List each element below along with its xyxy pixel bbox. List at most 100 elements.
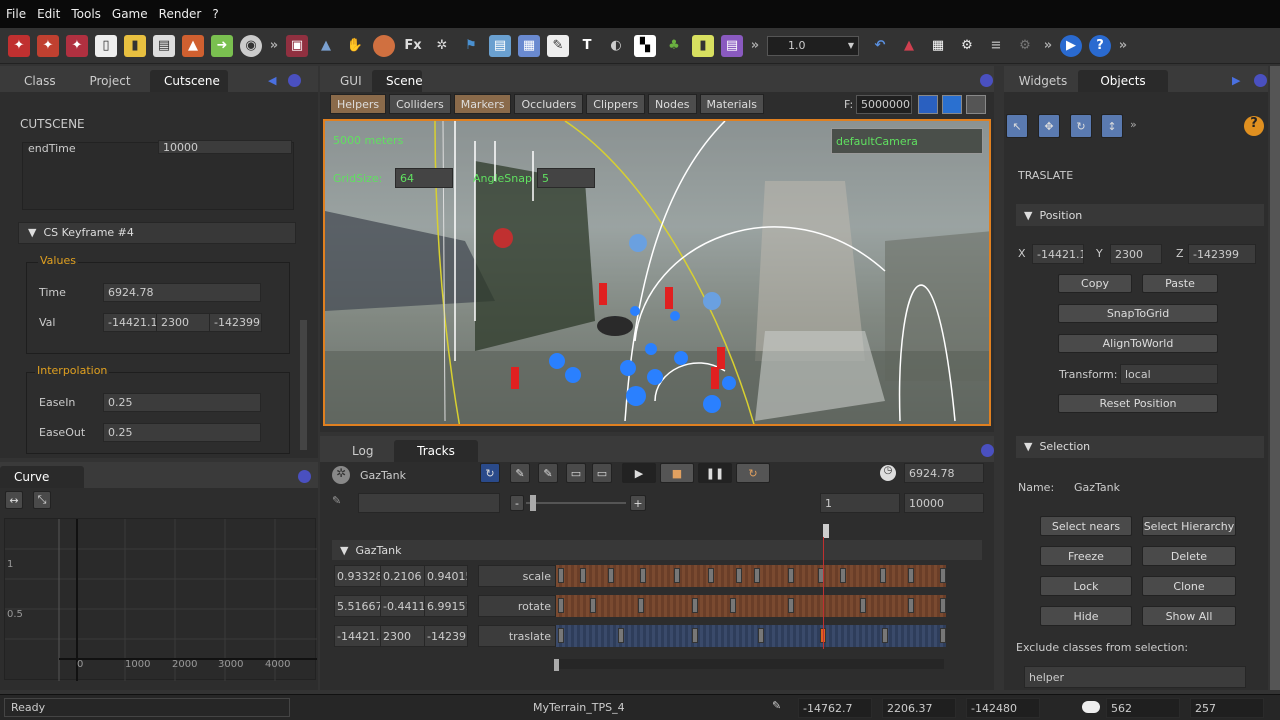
undo-icon[interactable]: ↶ xyxy=(869,35,891,57)
transform-select[interactable]: local xyxy=(1120,364,1218,384)
camera-icon[interactable] xyxy=(942,95,962,114)
key-edit-icon[interactable]: ✎ xyxy=(538,463,558,483)
track-name-rotate[interactable]: rotate xyxy=(478,595,556,617)
filter-colliders[interactable]: Colliders xyxy=(389,94,451,114)
gizmo-icon[interactable] xyxy=(966,95,986,114)
tab-scene[interactable]: Scene xyxy=(372,70,423,92)
cube-icon[interactable]: ▣ xyxy=(286,34,308,57)
menu-game[interactable]: Game xyxy=(112,7,148,21)
fit-horizontal-icon[interactable]: ↔ xyxy=(5,491,23,509)
grid-icon[interactable]: ▦ xyxy=(927,35,949,57)
new-project-icon[interactable]: ✦ xyxy=(8,34,30,57)
help-icon[interactable]: ? xyxy=(1089,34,1111,57)
track-name-traslate[interactable]: traslate xyxy=(478,625,556,647)
z-field[interactable]: -142399 xyxy=(1188,244,1256,264)
timeline-time-field[interactable]: 6924.78 xyxy=(904,463,984,483)
menu-file[interactable]: File xyxy=(6,7,26,21)
snap-to-grid-button[interactable]: SnapToGrid xyxy=(1058,304,1218,323)
document-icon[interactable]: ▤ xyxy=(489,34,511,57)
list-icon[interactable]: ≡ xyxy=(985,35,1007,57)
checker-icon[interactable]: ▚ xyxy=(634,34,656,57)
move-tool-icon[interactable]: ✥ xyxy=(1038,114,1060,138)
car-icon[interactable]: ▲ xyxy=(898,35,920,57)
filter-helpers[interactable]: Helpers xyxy=(330,94,387,114)
record-icon[interactable]: ▭ xyxy=(566,463,586,483)
rotate-v3[interactable]: 6.99151 xyxy=(424,595,468,617)
timeline-scroll-handle[interactable] xyxy=(554,659,559,671)
zoom-select[interactable]: 1.0 xyxy=(767,35,859,56)
traslate-v1[interactable]: -14421. xyxy=(334,625,382,647)
loop-icon[interactable]: ↻ xyxy=(480,463,500,483)
menu-edit[interactable]: Edit xyxy=(37,7,60,21)
align-to-world-button[interactable]: AlignToWorld xyxy=(1058,334,1218,353)
restart-button[interactable]: ↻ xyxy=(736,463,770,483)
x-field[interactable]: -14421.1 xyxy=(1032,244,1084,264)
more-icon[interactable]: » xyxy=(269,35,279,57)
freeze-button[interactable]: Freeze xyxy=(1040,546,1132,566)
text-icon[interactable]: T xyxy=(576,35,598,57)
image-icon[interactable]: ▲ xyxy=(182,34,204,57)
filter-occluders[interactable]: Occluders xyxy=(514,94,584,114)
scale-v3[interactable]: 0.94015 xyxy=(424,565,468,587)
track-scale-lane[interactable] xyxy=(556,565,946,587)
export-icon[interactable]: ➜ xyxy=(211,34,233,57)
more-icon-4[interactable]: » xyxy=(1118,35,1128,57)
tools-more-icon[interactable]: » xyxy=(1130,118,1137,131)
endtime-field[interactable]: 10000 xyxy=(158,140,292,154)
tab-curve[interactable]: Curve xyxy=(0,466,84,488)
settings-icon[interactable]: ⚙ xyxy=(956,35,978,57)
wheel-icon[interactable]: ✲ xyxy=(431,35,453,57)
zoom-in-button[interactable]: + xyxy=(630,495,646,511)
menu-help[interactable]: ? xyxy=(212,7,218,21)
tab-objects[interactable]: Objects xyxy=(1078,70,1168,92)
stop-button[interactable]: ■ xyxy=(660,463,694,483)
show-all-button[interactable]: Show All xyxy=(1142,606,1236,626)
paste-button[interactable]: Paste xyxy=(1142,274,1218,293)
tab-log[interactable]: Log xyxy=(338,440,394,462)
select-hierarchy-button[interactable]: Select Hierarchy xyxy=(1142,516,1236,536)
right-close-icon[interactable] xyxy=(1254,74,1268,87)
target-icon[interactable] xyxy=(918,95,938,114)
track-traslate-lane[interactable] xyxy=(556,625,946,647)
play-button[interactable]: ▶ xyxy=(622,463,656,483)
sound-icon[interactable]: ◐ xyxy=(605,35,627,57)
more-icon-2[interactable]: » xyxy=(750,35,760,57)
edit-icon[interactable]: ✎ xyxy=(547,34,569,57)
far-field[interactable]: 5000000 xyxy=(856,95,912,114)
right-scrollbar[interactable] xyxy=(1270,66,1280,690)
scale-v2[interactable]: 0.2106 xyxy=(380,565,426,587)
val-y-field[interactable]: 2300 xyxy=(156,313,210,332)
select-nears-button[interactable]: Select nears xyxy=(1040,516,1132,536)
flag-icon[interactable]: ⚑ xyxy=(460,35,482,57)
fit-all-icon[interactable]: ⤡ xyxy=(33,491,51,509)
left-scrollbar[interactable] xyxy=(300,320,307,450)
scene-close-icon[interactable] xyxy=(980,74,993,87)
help-circle-icon[interactable]: ? xyxy=(1244,116,1264,136)
zoom-slider-handle[interactable] xyxy=(530,495,536,511)
terrain-icon[interactable]: ▲ xyxy=(315,35,337,57)
playhead-handle[interactable] xyxy=(823,524,829,538)
script-icon[interactable]: ▤ xyxy=(721,34,743,57)
rotate-v1[interactable]: 5.51667 xyxy=(334,595,382,617)
val-z-field[interactable]: -142399 xyxy=(209,313,262,332)
menu-render[interactable]: Render xyxy=(159,7,202,21)
sphere-icon[interactable] xyxy=(373,34,395,57)
track-group-header[interactable] xyxy=(332,540,982,560)
camera-select[interactable]: defaultCamera xyxy=(831,128,983,154)
pause-button[interactable]: ❚❚ xyxy=(698,463,732,483)
curve-close-icon[interactable] xyxy=(298,470,311,483)
easeout-field[interactable]: 0.25 xyxy=(103,423,261,442)
filter-materials[interactable]: Materials xyxy=(699,94,764,114)
scale-v1[interactable]: 0.93328 xyxy=(334,565,382,587)
key-remove-icon[interactable]: ✎ xyxy=(510,463,530,483)
y-field[interactable]: 2300 xyxy=(1110,244,1162,264)
hand-icon[interactable]: ✋ xyxy=(344,35,366,57)
window-icon[interactable]: ▭ xyxy=(592,463,612,483)
select-tool-icon[interactable]: ↖ xyxy=(1006,114,1028,138)
delete-button[interactable]: Delete xyxy=(1142,546,1236,566)
hide-button[interactable]: Hide xyxy=(1040,606,1132,626)
track-name-scale[interactable]: scale xyxy=(478,565,556,587)
open-project-icon[interactable]: ✦ xyxy=(37,34,59,57)
copy-button[interactable]: Copy xyxy=(1058,274,1132,293)
panel-close-icon[interactable] xyxy=(288,74,302,87)
